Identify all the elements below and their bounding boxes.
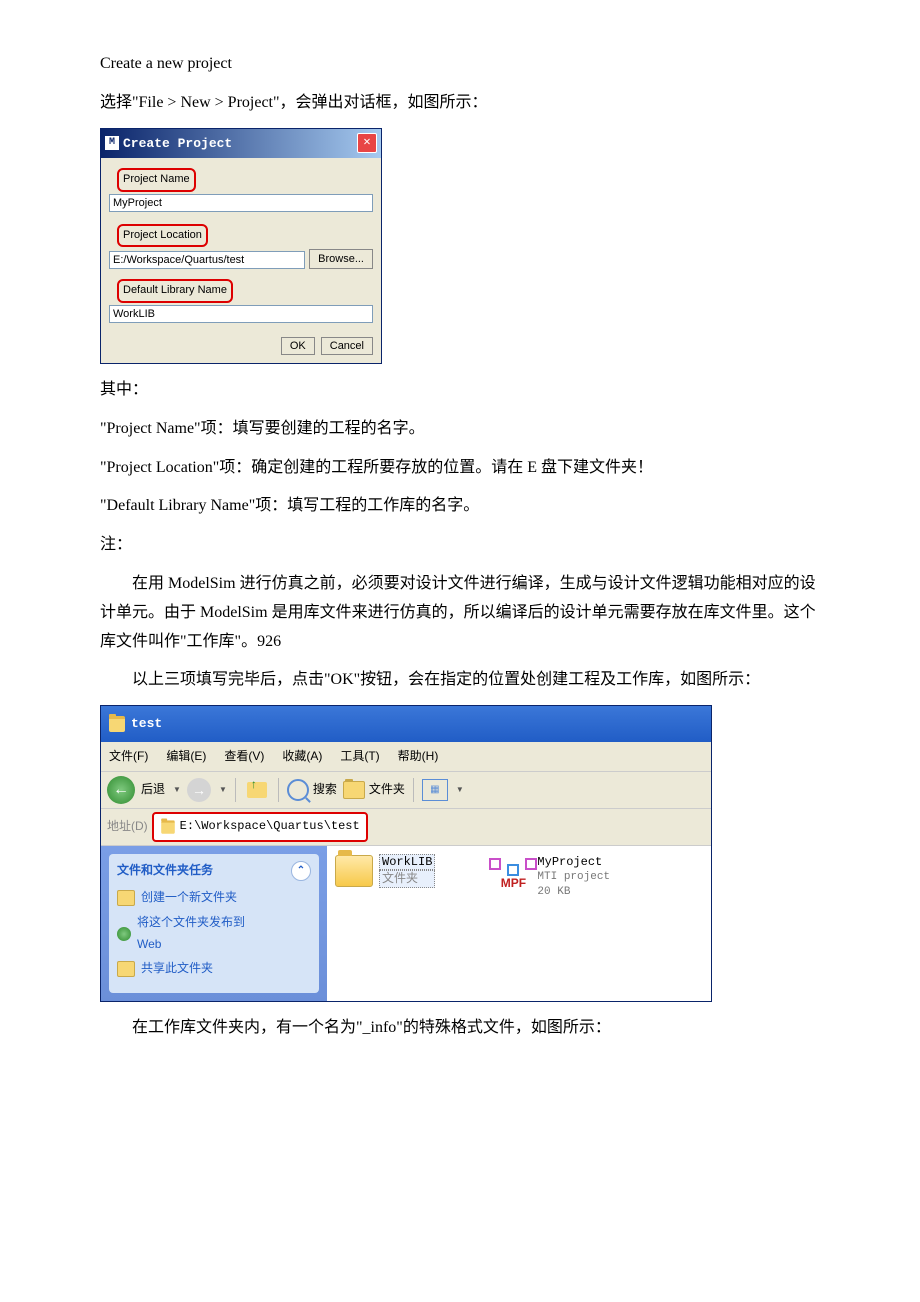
text-projname: "Project Name"项：填写要创建的工程的名字。 — [100, 415, 820, 444]
task-share-folder[interactable]: 共享此文件夹 — [117, 958, 311, 980]
heading: Create a new project — [100, 50, 820, 79]
task-label: 创建一个新文件夹 — [141, 887, 237, 909]
search-icon — [287, 779, 309, 801]
task-label: 将这个文件夹发布到 Web — [137, 912, 245, 955]
explorer-sidebar: 文件和文件夹任务 ⌃ 创建一个新文件夹 将这个文件夹发布到 Web 共享此 — [101, 846, 327, 1001]
create-project-dialog: M Create Project ✕ Project Name Project … — [100, 128, 382, 364]
up-button[interactable] — [244, 778, 270, 802]
explorer-window: test 文件(F) 编辑(E) 查看(V) 收藏(A) 工具(T) 帮助(H)… — [100, 705, 712, 1002]
task-label: 共享此文件夹 — [141, 958, 213, 980]
web-icon — [117, 927, 131, 941]
project-name-input[interactable] — [109, 194, 373, 212]
menu-favorites[interactable]: 收藏(A) — [282, 746, 322, 768]
explorer-menubar: 文件(F) 编辑(E) 查看(V) 收藏(A) 工具(T) 帮助(H) — [101, 742, 711, 773]
default-library-input[interactable] — [109, 305, 373, 323]
view-button[interactable]: ▦ — [422, 779, 448, 801]
share-icon — [117, 961, 135, 977]
mpf-icon: MPF — [495, 858, 531, 894]
folder-icon — [109, 716, 125, 732]
toolbar-separator — [413, 778, 414, 802]
folders-label: 文件夹 — [369, 779, 405, 801]
forward-dropdown-icon[interactable]: ▼ — [219, 783, 227, 797]
view-dropdown-icon[interactable]: ▼ — [456, 783, 464, 797]
folder-up-icon — [247, 782, 267, 798]
search-label: 搜索 — [313, 779, 337, 801]
project-location-input[interactable] — [109, 251, 305, 269]
explorer-titlebar: test — [101, 706, 711, 741]
dialog-titlebar: M Create Project ✕ — [101, 129, 381, 158]
text-para2: 以上三项填写完毕后，点击"OK"按钮，会在指定的位置处创建工程及工作库，如图所示… — [100, 666, 820, 695]
file-item-myproject[interactable]: MPF MyProject MTI project 20 KB — [495, 854, 610, 899]
file-name: WorkLIB — [379, 854, 435, 870]
tasks-panel-title: 文件和文件夹任务 — [117, 860, 213, 882]
toolbar-separator — [278, 778, 279, 802]
file-item-worklib[interactable]: WorkLIB 文件夹 — [335, 854, 435, 888]
default-library-label: Default Library Name — [117, 279, 233, 303]
text-projloc: "Project Location"项：确定创建的工程所要存放的位置。请在 E … — [100, 454, 820, 483]
task-publish-web[interactable]: 将这个文件夹发布到 Web — [117, 912, 311, 955]
toolbar-separator — [235, 778, 236, 802]
address-label: 地址(D) — [107, 816, 148, 838]
text-para1: 在用 ModelSim 进行仿真之前，必须要对设计文件进行编译，生成与设计文件逻… — [100, 570, 820, 656]
folder-icon — [335, 855, 373, 887]
explorer-file-pane: WorkLIB 文件夹 MPF MyProject MTI project 20… — [327, 846, 711, 1001]
file-type: MTI project — [537, 870, 610, 884]
menu-view[interactable]: 查看(V) — [224, 746, 264, 768]
text-deflib: "Default Library Name"项：填写工程的工作库的名字。 — [100, 492, 820, 521]
folders-button[interactable]: 文件夹 — [343, 779, 405, 801]
text-qizhong: 其中： — [100, 376, 820, 405]
new-folder-icon — [117, 890, 135, 906]
menu-edit[interactable]: 编辑(E) — [166, 746, 206, 768]
address-input[interactable]: E:\Workspace\Quartus\test — [152, 812, 368, 842]
project-name-label: Project Name — [117, 168, 196, 192]
collapse-icon[interactable]: ⌃ — [291, 861, 311, 881]
project-location-label: Project Location — [117, 224, 208, 248]
back-dropdown-icon[interactable]: ▼ — [173, 783, 181, 797]
task-new-folder[interactable]: 创建一个新文件夹 — [117, 887, 311, 909]
menu-file[interactable]: 文件(F) — [109, 746, 148, 768]
back-label: 后退 — [141, 779, 165, 801]
ok-button[interactable]: OK — [281, 337, 315, 355]
folder-icon — [161, 820, 175, 834]
search-button[interactable]: 搜索 — [287, 779, 337, 801]
cancel-button[interactable]: Cancel — [321, 337, 373, 355]
text-note: 注： — [100, 531, 820, 560]
file-name: MyProject — [537, 855, 602, 869]
explorer-addressbar: 地址(D) E:\Workspace\Quartus\test — [101, 809, 711, 846]
tail-line: 在工作库文件夹内，有一个名为"_info"的特殊格式文件，如图所示： — [100, 1014, 820, 1043]
tasks-panel: 文件和文件夹任务 ⌃ 创建一个新文件夹 将这个文件夹发布到 Web 共享此 — [109, 854, 319, 993]
address-text: E:\Workspace\Quartus\test — [180, 816, 360, 838]
explorer-title-text: test — [131, 712, 162, 735]
explorer-toolbar: ← 后退 ▼ → ▼ 搜索 文件夹 ▦ ▼ — [101, 772, 711, 809]
menu-tools[interactable]: 工具(T) — [340, 746, 379, 768]
intro-line: 选择"File > New > Project"，会弹出对话框，如图所示： — [100, 89, 820, 118]
modelsim-icon: M — [105, 136, 119, 150]
dialog-title-text: Create Project — [123, 132, 232, 155]
folder-icon — [343, 781, 365, 799]
file-type: 文件夹 — [379, 870, 435, 888]
forward-button[interactable]: → — [187, 778, 211, 802]
file-size: 20 KB — [537, 885, 610, 899]
menu-help[interactable]: 帮助(H) — [398, 746, 439, 768]
close-icon[interactable]: ✕ — [357, 133, 377, 153]
back-button[interactable]: ← — [107, 776, 135, 804]
browse-button[interactable]: Browse... — [309, 249, 373, 269]
